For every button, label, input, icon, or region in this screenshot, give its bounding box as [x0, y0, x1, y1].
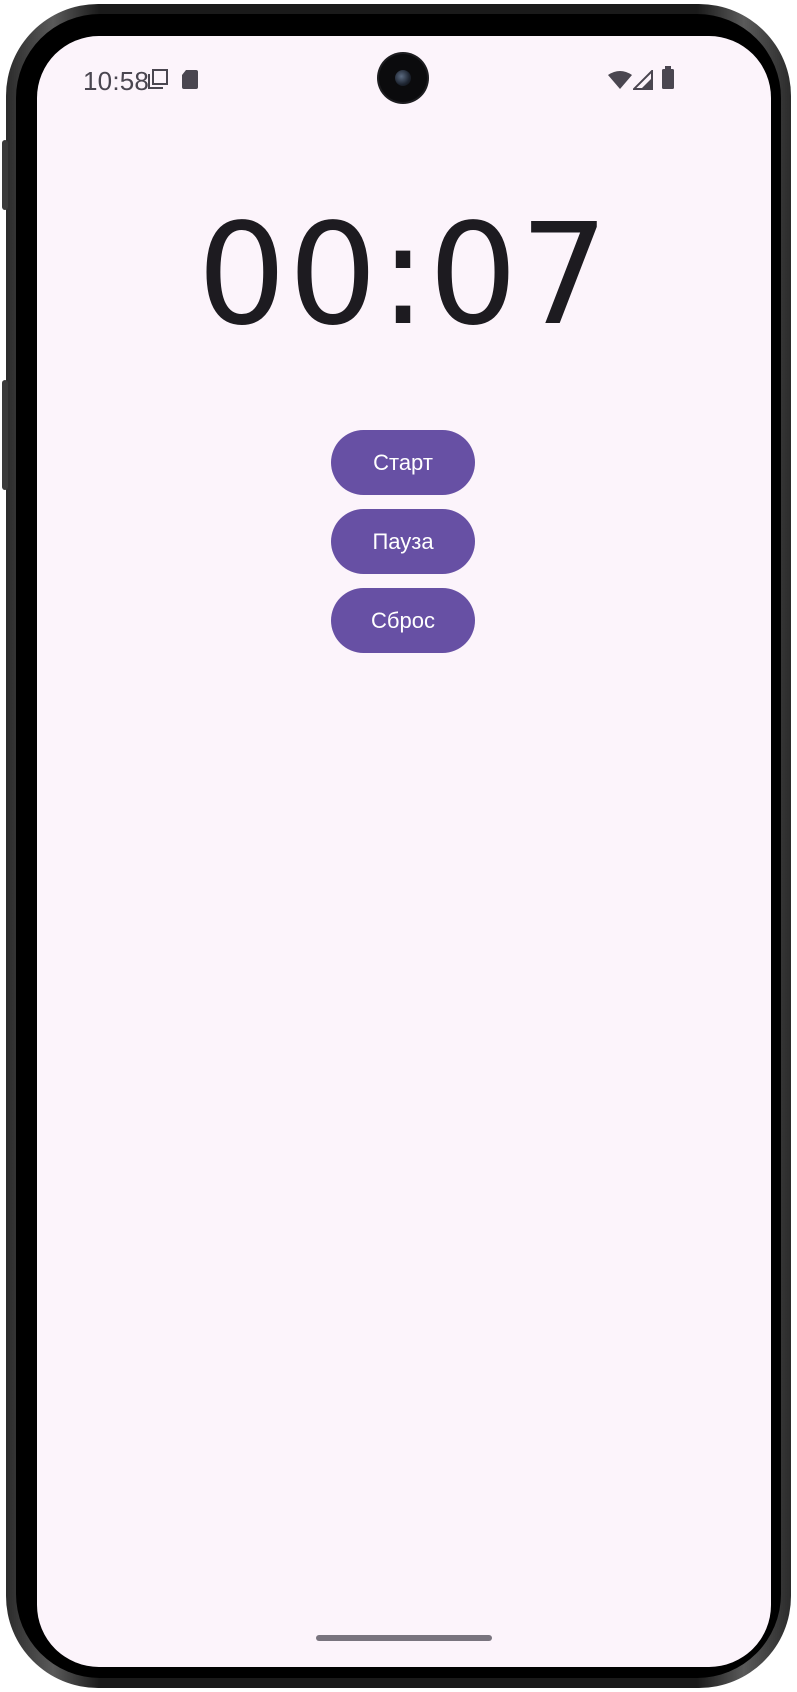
front-camera — [379, 54, 427, 102]
camera-lens — [395, 70, 411, 86]
battery-icon — [661, 66, 675, 95]
start-button[interactable]: Старт — [331, 430, 475, 495]
signal-icon — [631, 68, 653, 95]
stopwatch-display: 00:07 — [197, 194, 611, 357]
volume-button — [2, 140, 8, 210]
pause-button[interactable]: Пауза — [331, 509, 475, 574]
sd-card-icon — [181, 68, 199, 95]
screen: 10:58 00:07 Старт Пауза Сброс — [37, 36, 771, 1667]
wifi-icon — [607, 70, 633, 95]
home-indicator[interactable] — [316, 1635, 492, 1641]
reset-button[interactable]: Сброс — [331, 588, 475, 653]
power-button — [2, 380, 8, 490]
status-time: 10:58 — [83, 66, 150, 96]
screen-record-icon — [147, 68, 169, 95]
